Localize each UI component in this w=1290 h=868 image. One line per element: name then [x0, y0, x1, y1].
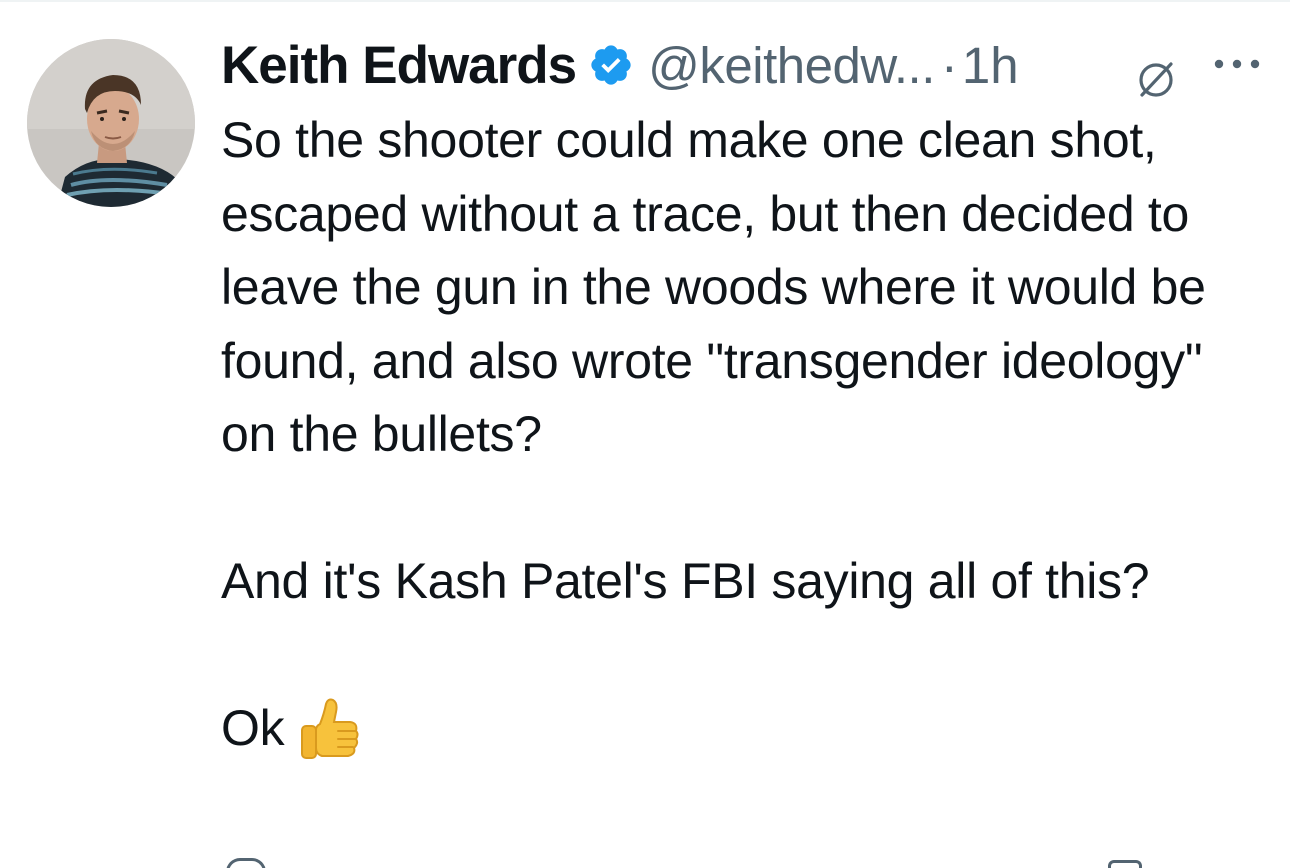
more-options-icon[interactable]	[1211, 54, 1263, 74]
author-handle[interactable]: @keithedw...	[648, 36, 935, 95]
verified-badge-icon[interactable]	[588, 42, 634, 88]
tweet-timestamp[interactable]: 1h	[962, 36, 1019, 95]
tweet-text: So the shooter could make one clean shot…	[221, 104, 1261, 766]
share-icon[interactable]	[1108, 860, 1142, 868]
thumbs-up-emoji-icon	[298, 696, 360, 762]
grok-icon[interactable]	[1131, 55, 1181, 105]
author-display-name[interactable]: Keith Edwards	[221, 35, 577, 96]
header-separator: ·	[940, 36, 958, 94]
reply-icon[interactable]	[226, 858, 266, 868]
avatar-image	[27, 39, 195, 207]
tweet-header: Keith Edwards @keithedw... · 1h	[221, 30, 1281, 100]
author-avatar[interactable]	[27, 39, 195, 207]
tweet-paragraph-2: And it's Kash Patel's FBI saying all of …	[221, 553, 1150, 609]
tweet-paragraph-1: So the shooter could make one clean shot…	[221, 112, 1206, 462]
tweet-paragraph-3-line: Ok	[221, 692, 1261, 766]
tweet[interactable]: Keith Edwards @keithedw... · 1h So the s…	[0, 0, 1290, 868]
tweet-paragraph-3: Ok	[221, 700, 285, 756]
